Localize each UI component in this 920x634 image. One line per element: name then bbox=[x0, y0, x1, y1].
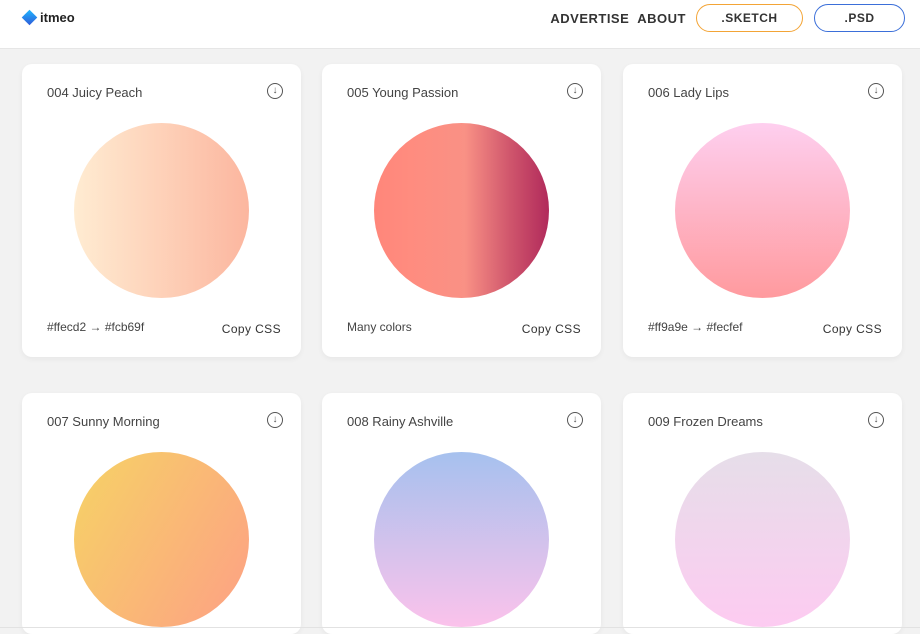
gradient-card: 006 Lady Lips ↓ #ff9a9e → #fecfef Copy C… bbox=[623, 64, 902, 357]
download-icon[interactable]: ↓ bbox=[567, 412, 583, 428]
page-divider bbox=[0, 627, 920, 628]
card-title: 007 Sunny Morning bbox=[47, 414, 160, 429]
top-header: itmeo ADVERTISE ABOUT .SKETCH .PSD bbox=[0, 0, 920, 49]
top-nav: ADVERTISE ABOUT .SKETCH .PSD bbox=[550, 4, 905, 32]
logo[interactable]: itmeo bbox=[21, 9, 75, 26]
gradient-swatch[interactable] bbox=[374, 123, 549, 298]
gradient-card: 004 Juicy Peach ↓ #ffecd2 → #fcb69f Copy… bbox=[22, 64, 301, 357]
psd-download-button[interactable]: .PSD bbox=[814, 4, 905, 32]
gradient-swatch[interactable] bbox=[675, 123, 850, 298]
logo-icon bbox=[21, 9, 38, 26]
gradient-colors: Many colors bbox=[347, 320, 412, 334]
download-icon[interactable]: ↓ bbox=[868, 83, 884, 99]
download-icon[interactable]: ↓ bbox=[267, 83, 283, 99]
nav-advertise[interactable]: ADVERTISE bbox=[550, 11, 629, 26]
card-title: 008 Rainy Ashville bbox=[347, 414, 454, 429]
download-icon[interactable]: ↓ bbox=[868, 412, 884, 428]
gradient-card: 007 Sunny Morning ↓ bbox=[22, 393, 301, 634]
card-title: 005 Young Passion bbox=[347, 85, 459, 100]
download-icon[interactable]: ↓ bbox=[267, 412, 283, 428]
card-title: 009 Frozen Dreams bbox=[648, 414, 763, 429]
copy-css-button[interactable]: Copy CSS bbox=[222, 322, 281, 336]
sketch-download-button[interactable]: .SKETCH bbox=[696, 4, 803, 32]
logo-text: itmeo bbox=[40, 10, 75, 25]
gradient-swatch[interactable] bbox=[374, 452, 549, 627]
card-title: 004 Juicy Peach bbox=[47, 85, 143, 100]
copy-css-button[interactable]: Copy CSS bbox=[823, 322, 882, 336]
gradient-colors: #ff9a9e → #fecfef bbox=[648, 320, 743, 334]
gradient-colors: #ffecd2 → #fcb69f bbox=[47, 320, 145, 334]
gradient-card: 009 Frozen Dreams ↓ bbox=[623, 393, 902, 634]
gradient-swatch[interactable] bbox=[74, 452, 249, 627]
copy-css-button[interactable]: Copy CSS bbox=[522, 322, 581, 336]
gradient-card: 008 Rainy Ashville ↓ bbox=[322, 393, 601, 634]
gradient-swatch[interactable] bbox=[74, 123, 249, 298]
nav-about[interactable]: ABOUT bbox=[637, 11, 686, 26]
download-icon[interactable]: ↓ bbox=[567, 83, 583, 99]
card-title: 006 Lady Lips bbox=[648, 85, 729, 100]
gradient-swatch[interactable] bbox=[675, 452, 850, 627]
gradient-card: 005 Young Passion ↓ Many colors Copy CSS bbox=[322, 64, 601, 357]
